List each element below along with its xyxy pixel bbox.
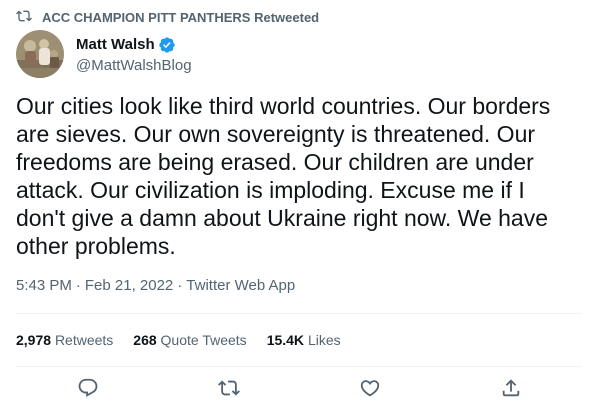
- tweet-author: Matt Walsh @MattWalshBlog: [16, 30, 192, 78]
- retweet-context[interactable]: ACC CHAMPION PITT PANTHERS Retweeted: [16, 8, 319, 26]
- like-button[interactable]: [358, 378, 382, 402]
- like-icon: [359, 377, 381, 404]
- tweet-meta: 5:43 PM · Feb 21, 2022 · Twitter Web App: [16, 277, 295, 294]
- verified-badge-icon: [158, 36, 176, 54]
- tweet-source[interactable]: Twitter Web App: [186, 277, 295, 294]
- tweet-text: Our cities look like third world countri…: [16, 93, 551, 259]
- tweet-date[interactable]: Feb 21, 2022: [85, 277, 173, 294]
- separator-dot: ·: [75, 277, 81, 294]
- display-name[interactable]: Matt Walsh: [76, 36, 155, 53]
- quote-tweets-stat[interactable]: 268 Quote Tweets: [133, 332, 246, 348]
- quote-tweets-label: Quote Tweets: [160, 332, 247, 348]
- retweet-context-label: ACC CHAMPION PITT PANTHERS Retweeted: [42, 9, 320, 25]
- divider: [16, 366, 582, 367]
- retweets-label: Retweets: [54, 332, 114, 348]
- likes-count: 15.4K: [266, 332, 305, 348]
- tweet-actions: [0, 372, 598, 408]
- tweet-stats: 2,978 Retweets 268 Quote Tweets 15.4K Li…: [16, 330, 361, 350]
- tweet-time[interactable]: 5:43 PM: [16, 277, 72, 294]
- quote-tweets-count: 268: [133, 332, 157, 348]
- separator-dot: ·: [177, 277, 183, 294]
- retweets-stat[interactable]: 2,978 Retweets: [16, 332, 113, 348]
- retweet-icon: [16, 8, 34, 26]
- likes-label: Likes: [307, 332, 341, 348]
- divider: [16, 313, 582, 314]
- retweet-icon: [218, 377, 240, 404]
- user-handle[interactable]: @MattWalshBlog: [76, 57, 192, 74]
- avatar[interactable]: [16, 30, 64, 78]
- reply-button[interactable]: [76, 378, 100, 402]
- share-icon: [500, 377, 522, 404]
- reply-icon: [77, 377, 99, 404]
- share-button[interactable]: [499, 378, 523, 402]
- retweets-count: 2,978: [16, 332, 52, 348]
- likes-stat[interactable]: 15.4K Likes: [267, 332, 341, 348]
- retweet-button[interactable]: [217, 378, 241, 402]
